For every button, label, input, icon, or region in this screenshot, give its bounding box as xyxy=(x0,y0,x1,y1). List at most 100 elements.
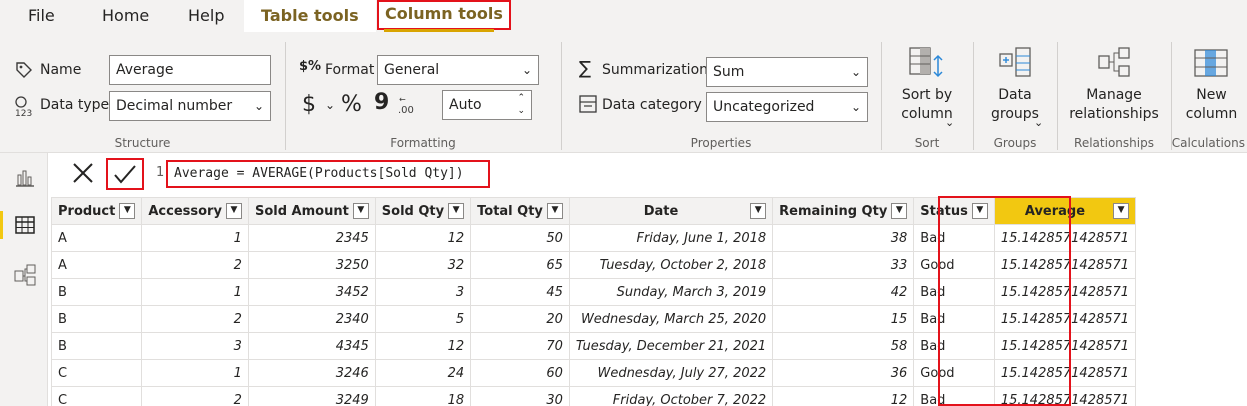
cell-sold-qty[interactable]: 12 xyxy=(374,332,472,360)
percent-button[interactable]: % xyxy=(341,92,362,117)
data-category-select[interactable]: Uncategorized ⌄ xyxy=(706,92,868,122)
filter-dropdown-icon[interactable]: ▼ xyxy=(750,203,767,219)
cell-average[interactable]: 15.1428571428571 xyxy=(993,224,1137,252)
cell-remaining-qty[interactable]: 38 xyxy=(772,224,915,252)
cell-sold-qty[interactable]: 18 xyxy=(374,386,472,406)
table-row[interactable]: B 2 2340 5 20 Wednesday, March 25, 2020 15 Bad 1… xyxy=(50,305,1137,333)
formula-input[interactable]: Average = AVERAGE(Products[Sold Qty]) xyxy=(166,160,490,188)
cell-remaining-qty[interactable]: 58 xyxy=(772,332,915,360)
cell-product[interactable]: B xyxy=(50,305,143,333)
cell-status[interactable]: Bad xyxy=(913,278,995,306)
cell-total-qty[interactable]: 60 xyxy=(470,359,570,387)
cell-accessory[interactable]: 1 xyxy=(141,278,249,306)
table-row[interactable]: B 1 3452 3 45 Sunday, March 3, 2019 42 Bad 15.14… xyxy=(50,278,1137,306)
cell-sold-qty[interactable]: 24 xyxy=(374,359,472,387)
cell-remaining-qty[interactable]: 33 xyxy=(772,251,915,279)
cell-total-qty[interactable]: 50 xyxy=(470,224,570,252)
cell-status[interactable]: Bad xyxy=(913,332,995,360)
filter-dropdown-icon[interactable]: ▼ xyxy=(546,203,563,219)
new-column-button[interactable]: New column xyxy=(1176,46,1247,124)
table-row[interactable]: C 1 3246 24 60 Wednesday, July 27, 2022 36 Good… xyxy=(50,359,1137,387)
cell-accessory[interactable]: 3 xyxy=(141,332,249,360)
menu-home[interactable]: Home xyxy=(102,0,149,32)
filter-dropdown-icon[interactable]: ▼ xyxy=(448,203,465,219)
chevron-down-icon[interactable]: ⌄ xyxy=(325,98,335,112)
cell-sold-amount[interactable]: 4345 xyxy=(247,332,376,360)
cell-product[interactable]: B xyxy=(50,332,143,360)
comma-button[interactable]: 9 xyxy=(374,90,389,115)
cell-product[interactable]: C xyxy=(50,359,143,387)
cell-sold-amount[interactable]: 3452 xyxy=(247,278,376,306)
table-row[interactable]: B 3 4345 12 70 Tuesday, December 21, 2021 58 Ba… xyxy=(50,332,1137,360)
cell-status[interactable]: Bad xyxy=(913,305,995,333)
cell-total-qty[interactable]: 65 xyxy=(470,251,570,279)
cell-product[interactable]: A xyxy=(50,251,143,279)
cell-date[interactable]: Friday, October 7, 2022 xyxy=(568,386,774,406)
name-input[interactable]: Average xyxy=(109,55,271,85)
column-header-product[interactable]: Product ▼ xyxy=(50,197,143,225)
cell-accessory[interactable]: 2 xyxy=(141,251,249,279)
filter-dropdown-icon[interactable]: ▼ xyxy=(352,203,369,219)
cell-product[interactable]: B xyxy=(50,278,143,306)
menu-help[interactable]: Help xyxy=(188,0,224,32)
cell-average[interactable]: 15.1428571428571 xyxy=(993,359,1137,387)
column-header-average[interactable]: Average ▼ xyxy=(993,197,1137,225)
menu-table-tools[interactable]: Table tools xyxy=(244,0,376,32)
cancel-formula-icon[interactable] xyxy=(64,158,102,190)
cell-accessory[interactable]: 2 xyxy=(141,386,249,406)
table-row[interactable]: A 1 2345 12 50 Friday, June 1, 2018 38 Bad 15.14… xyxy=(50,224,1137,252)
cell-product[interactable]: C xyxy=(50,386,143,406)
cell-total-qty[interactable]: 30 xyxy=(470,386,570,406)
cell-date[interactable]: Sunday, March 3, 2019 xyxy=(568,278,774,306)
cell-date[interactable]: Friday, June 1, 2018 xyxy=(568,224,774,252)
column-header-remaining-qty[interactable]: Remaining Qty ▼ xyxy=(772,197,915,225)
summarization-select[interactable]: Sum ⌄ xyxy=(706,57,868,87)
table-view-icon[interactable] xyxy=(13,213,37,237)
cell-average[interactable]: 15.1428571428571 xyxy=(993,278,1137,306)
datatype-select[interactable]: Decimal number ⌄ xyxy=(109,91,271,121)
filter-dropdown-icon[interactable]: ▼ xyxy=(1113,203,1130,219)
cell-date[interactable]: Wednesday, July 27, 2022 xyxy=(568,359,774,387)
column-header-total-qty[interactable]: Total Qty ▼ xyxy=(470,197,570,225)
cell-status[interactable]: Bad xyxy=(913,224,995,252)
cell-sold-amount[interactable]: 3249 xyxy=(247,386,376,406)
cell-remaining-qty[interactable]: 15 xyxy=(772,305,915,333)
cell-remaining-qty[interactable]: 36 xyxy=(772,359,915,387)
cell-average[interactable]: 15.1428571428571 xyxy=(993,251,1137,279)
data-groups-button[interactable]: Data groups xyxy=(978,46,1052,124)
cell-total-qty[interactable]: 70 xyxy=(470,332,570,360)
format-select[interactable]: General ⌄ xyxy=(377,55,539,85)
column-header-date[interactable]: Date ▼ xyxy=(568,197,774,225)
report-view-icon[interactable] xyxy=(13,165,37,189)
filter-dropdown-icon[interactable]: ▼ xyxy=(891,203,908,219)
cell-accessory[interactable]: 1 xyxy=(141,359,249,387)
cell-sold-qty[interactable]: 32 xyxy=(374,251,472,279)
cell-date[interactable]: Tuesday, December 21, 2021 xyxy=(568,332,774,360)
filter-dropdown-icon[interactable]: ▼ xyxy=(971,203,988,219)
cell-status[interactable]: Good xyxy=(913,251,995,279)
cell-status[interactable]: Bad xyxy=(913,386,995,406)
cell-sold-qty[interactable]: 3 xyxy=(374,278,472,306)
cell-sold-qty[interactable]: 5 xyxy=(374,305,472,333)
decimal-places-icon[interactable]: ←.00 xyxy=(396,92,420,116)
cell-status[interactable]: Good xyxy=(913,359,995,387)
cell-date[interactable]: Wednesday, March 25, 2020 xyxy=(568,305,774,333)
cell-accessory[interactable]: 1 xyxy=(141,224,249,252)
decimals-spinner[interactable]: Auto ⌃ ⌄ xyxy=(442,90,532,120)
cell-total-qty[interactable]: 45 xyxy=(470,278,570,306)
column-header-accessory[interactable]: Accessory ▼ xyxy=(141,197,249,225)
model-view-icon[interactable] xyxy=(13,263,37,287)
cell-product[interactable]: A xyxy=(50,224,143,252)
cell-sold-amount[interactable]: 2340 xyxy=(247,305,376,333)
table-row[interactable]: A 2 3250 32 65 Tuesday, October 2, 2018 33 Good… xyxy=(50,251,1137,279)
column-header-sold-qty[interactable]: Sold Qty ▼ xyxy=(374,197,472,225)
spinner-arrows-icon[interactable]: ⌃ ⌄ xyxy=(517,92,525,118)
cell-sold-qty[interactable]: 12 xyxy=(374,224,472,252)
cell-average[interactable]: 15.1428571428571 xyxy=(993,386,1137,406)
manage-relationships-button[interactable]: Manage relationships xyxy=(1064,46,1164,124)
menu-file[interactable]: File xyxy=(28,0,55,32)
cell-average[interactable]: 15.1428571428571 xyxy=(993,332,1137,360)
filter-dropdown-icon[interactable]: ▼ xyxy=(225,203,242,219)
cell-average[interactable]: 15.1428571428571 xyxy=(993,305,1137,333)
sort-by-column-button[interactable]: Sort by column xyxy=(888,46,966,124)
